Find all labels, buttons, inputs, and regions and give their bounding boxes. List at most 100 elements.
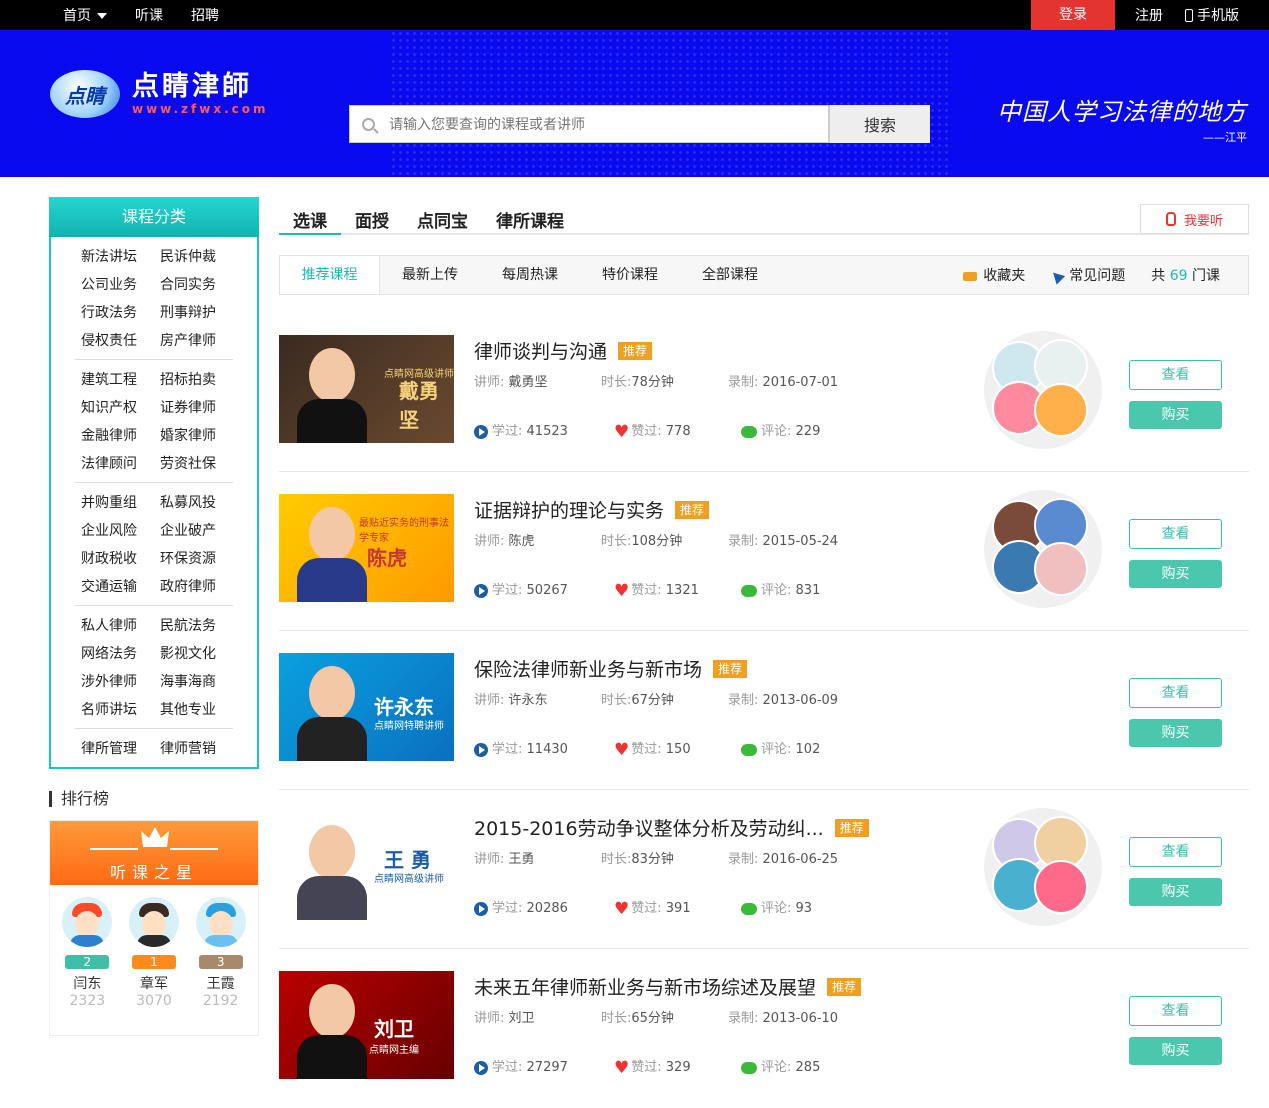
star-name: 章军 [139, 976, 168, 992]
avatar [128, 897, 179, 947]
course-title[interactable]: 未来五年律师新业务与新市场综述及展望 推荐 [474, 973, 862, 1000]
tab-3[interactable]: 律所课程 [482, 197, 578, 235]
subtab-1[interactable]: 最新上传 [380, 256, 480, 294]
course-thumbnail[interactable]: 陈虎 最贴近实务的刑事法学专家 [279, 494, 454, 602]
course-meta: 讲师: 戴勇坚 时长:78分钟 录制: 2016-07-01 [474, 375, 839, 390]
subtab-4[interactable]: 全部课程 [680, 256, 780, 294]
view-button[interactable]: 查看 [1129, 837, 1222, 867]
view-button[interactable]: 查看 [1129, 519, 1222, 549]
category-group: 并购重组 私募风投 企业风险 企业破产 财政税收 环保资源 交通运输 政府律师 [75, 483, 233, 606]
want-listen-button[interactable]: 我要听 [1140, 204, 1249, 234]
course-item: 王 勇点睛网高级讲师 2015-2016劳动争议整体分析及劳动纠... 推荐 讲师: … [279, 790, 1249, 949]
tab-1[interactable]: 面授 [341, 197, 403, 235]
category-link[interactable]: 交通运输 [75, 577, 154, 597]
category-link[interactable]: 建筑工程 [75, 370, 154, 390]
chat-icon [741, 584, 757, 597]
recommend-tag: 推荐 [618, 341, 653, 360]
folder-icon [963, 271, 978, 281]
category-link[interactable]: 私人律师 [75, 616, 154, 636]
site-logo[interactable]: 点睛 点睛津師 www.zfwx.com [50, 70, 269, 118]
subtab-2[interactable]: 每周热课 [480, 256, 580, 294]
view-button[interactable]: 查看 [1129, 678, 1222, 708]
course-title[interactable]: 保险法律师新业务与新市场 推荐 [474, 655, 748, 682]
rank-star[interactable]: 3 王霞 2192 [191, 897, 251, 1035]
buy-button[interactable]: 购买 [1129, 878, 1222, 906]
login-button[interactable]: 登录 [1031, 0, 1115, 30]
course-thumbnail[interactable]: 王 勇点睛网高级讲师 [279, 812, 454, 920]
category-link[interactable]: 环保资源 [154, 549, 233, 569]
category-link[interactable]: 合同实务 [154, 275, 233, 295]
category-link[interactable]: 并购重组 [75, 493, 154, 513]
category-link[interactable]: 新法讲坛 [75, 247, 154, 267]
record-date: 2015-05-24 [762, 534, 839, 549]
category-link[interactable]: 企业风险 [75, 521, 154, 541]
category-link[interactable]: 房产律师 [154, 331, 233, 351]
category-link[interactable]: 海事海商 [154, 672, 233, 692]
view-button[interactable]: 查看 [1129, 996, 1222, 1026]
category-link[interactable]: 企业破产 [154, 521, 233, 541]
category-link[interactable]: 政府律师 [154, 577, 233, 597]
slogan: 中国人学习法律的地方 ——江平 [997, 98, 1247, 144]
course-thumbnail[interactable]: 刘卫 点睛网主编 [279, 971, 454, 1079]
search-input[interactable] [389, 116, 789, 132]
rank-star[interactable]: 1 章军 3070 [124, 897, 184, 1035]
chat-icon [741, 1061, 757, 1074]
category-link[interactable]: 法律顾问 [75, 454, 154, 474]
category-link[interactable]: 网络法务 [75, 644, 154, 664]
rank-star[interactable]: 2 闫东 2323 [57, 897, 117, 1035]
category-link[interactable]: 劳资社保 [154, 454, 233, 474]
course-stats: 学过: 50267 ♥ 赞过: 1321 评论: 831 [474, 579, 820, 599]
category-link[interactable]: 涉外律师 [75, 672, 154, 692]
lecturer-name: 许永东 [508, 693, 548, 708]
buy-button[interactable]: 购买 [1129, 560, 1222, 588]
sub-tabs: 推荐课程 最新上传 每周热课 特价课程 全部课程 收藏夹 常见问题 共 69 门课 [279, 255, 1249, 295]
course-title[interactable]: 律师谈判与沟通 推荐 [474, 337, 653, 364]
category-link[interactable]: 影视文化 [154, 644, 233, 664]
course-title[interactable]: 2015-2016劳动争议整体分析及劳动纠... 推荐 [474, 814, 869, 841]
category-link[interactable]: 侵权责任 [75, 331, 154, 351]
buy-button[interactable]: 购买 [1129, 719, 1222, 747]
category-link[interactable]: 私募风投 [154, 493, 233, 513]
category-group: 新法讲坛 民诉仲裁 公司业务 合同实务 行政法务 刑事辩护 侵权责任 房产律师 [75, 237, 233, 360]
category-link[interactable]: 金融律师 [75, 426, 154, 446]
category-link[interactable]: 名师讲坛 [75, 700, 154, 720]
duration: 67分钟 [631, 693, 674, 708]
subtab-0[interactable]: 推荐课程 [280, 256, 380, 294]
hand-pointer-icon [1165, 212, 1176, 226]
category-link[interactable]: 律师营销 [154, 739, 233, 759]
buy-button[interactable]: 购买 [1129, 1037, 1222, 1065]
nav-listen[interactable]: 听课 [135, 5, 163, 25]
buy-button[interactable]: 购买 [1129, 401, 1222, 429]
mobile-version-link[interactable]: 手机版 [1185, 5, 1239, 25]
play-icon [474, 1060, 488, 1075]
register-link[interactable]: 注册 [1135, 5, 1163, 25]
category-link[interactable]: 其他专业 [154, 700, 233, 720]
rank-badge: 1 [131, 955, 176, 969]
course-thumbnail[interactable]: 许永东 点睛网特聘讲师 [279, 653, 454, 761]
course-stats: 学过: 11430 ♥ 赞过: 150 评论: 102 [474, 738, 820, 758]
category-link[interactable]: 民航法务 [154, 616, 233, 636]
category-link[interactable]: 知识产权 [75, 398, 154, 418]
category-link[interactable]: 财政税收 [75, 549, 154, 569]
favorites-link[interactable]: 收藏夹 [963, 265, 1025, 285]
category-link[interactable]: 行政法务 [75, 303, 154, 323]
course-thumbnail[interactable]: 戴勇坚 点睛网高级讲师 [279, 335, 454, 443]
category-link[interactable]: 证券律师 [154, 398, 233, 418]
category-link[interactable]: 律所管理 [75, 739, 154, 759]
tab-2[interactable]: 点同宝 [403, 197, 482, 235]
faq-link[interactable]: 常见问题 [1049, 265, 1125, 285]
search-button[interactable]: 搜索 [829, 105, 930, 143]
category-link[interactable]: 婚家律师 [154, 426, 233, 446]
tab-0[interactable]: 选课 [279, 197, 341, 235]
category-link[interactable]: 刑事辩护 [154, 303, 233, 323]
view-button[interactable]: 查看 [1129, 360, 1222, 390]
category-link[interactable]: 民诉仲裁 [154, 247, 233, 267]
course-title[interactable]: 证据辩护的理论与实务 推荐 [474, 496, 710, 523]
course-item: 许永东 点睛网特聘讲师 保险法律师新业务与新市场 推荐 讲师: 许永东 时长:67分钟 录制… [279, 631, 1249, 790]
subtab-3[interactable]: 特价课程 [580, 256, 680, 294]
category-link[interactable]: 公司业务 [75, 275, 154, 295]
nav-home[interactable]: 首页 [63, 5, 107, 25]
category-link[interactable]: 招标拍卖 [154, 370, 233, 390]
arrow-icon [1049, 267, 1066, 285]
nav-jobs[interactable]: 招聘 [191, 5, 219, 25]
